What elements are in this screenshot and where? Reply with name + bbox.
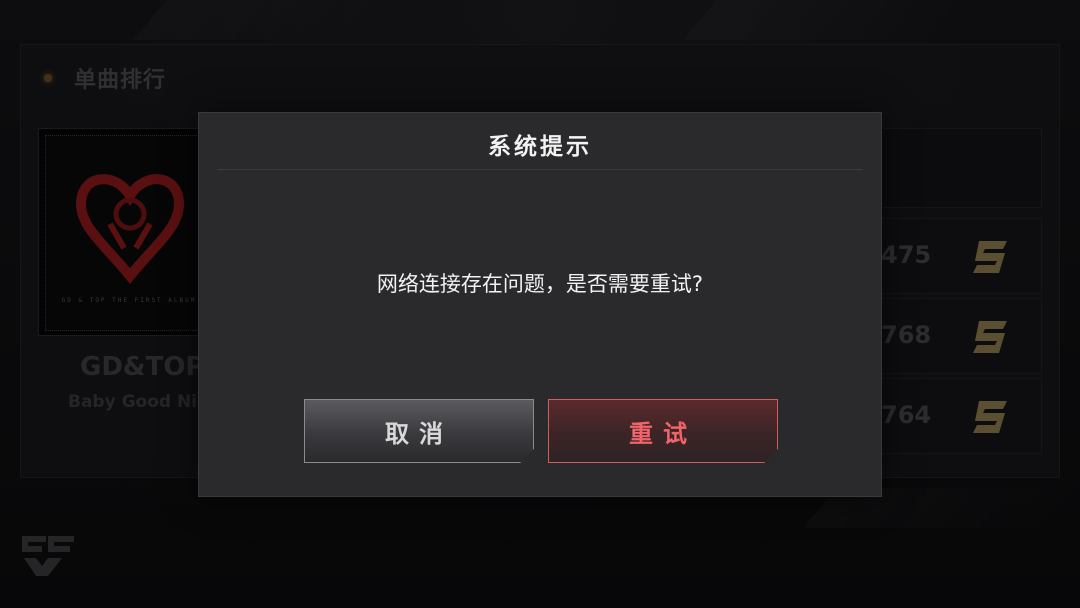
dialog-message: 网络连接存在问题，是否需要重试? <box>376 272 704 296</box>
cancel-button[interactable]: 取消 <box>304 399 534 463</box>
system-dialog: 系统提示 网络连接存在问题，是否需要重试? 取消 重试 <box>198 112 882 497</box>
dialog-title: 系统提示 <box>488 134 592 160</box>
retry-button[interactable]: 重试 <box>548 399 778 463</box>
dialog-divider <box>217 169 863 170</box>
